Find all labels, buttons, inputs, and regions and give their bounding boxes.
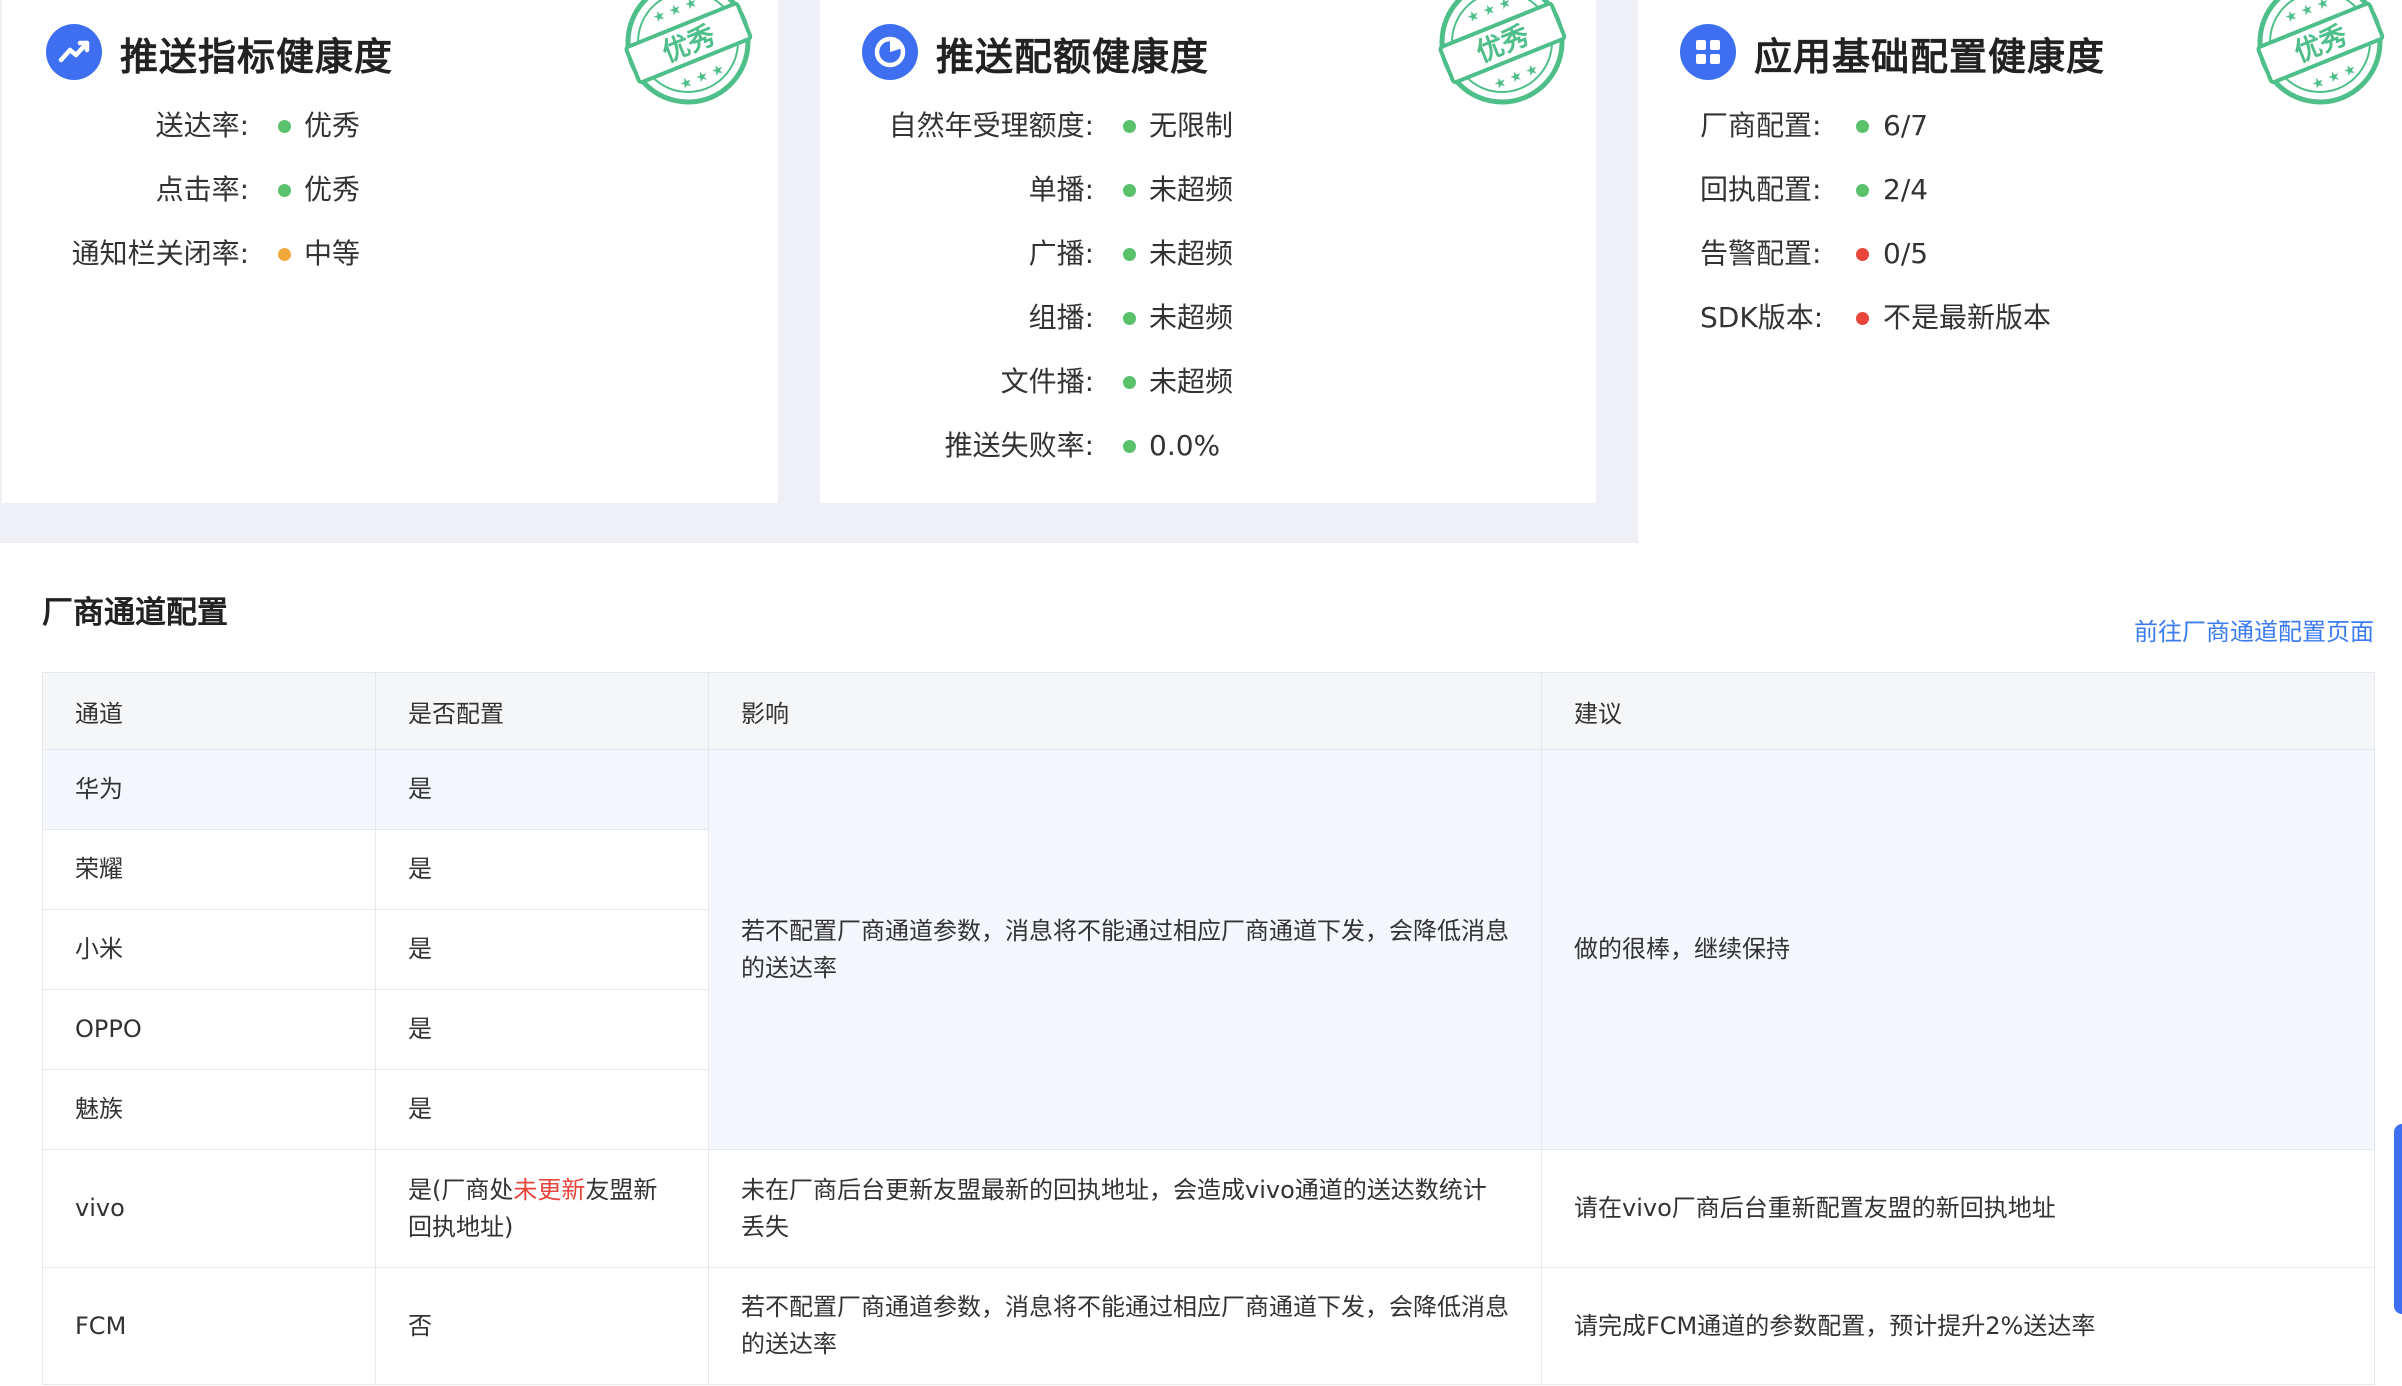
table-header-row: 通道 是否配置 影响 建议 — [42, 672, 2375, 750]
app-config-health-card: 应用基础配置健康度 优秀 ★ ★ ★ ★ ★ ★ 厂商配置: 6/7 回执配置:… — [1638, 0, 2402, 503]
configured-cell: 是 — [375, 749, 709, 830]
config-row-sdk-version: SDK版本: 不是最新版本 — [1700, 301, 2052, 334]
card-title: 应用基础配置健康度 — [1754, 35, 2106, 79]
quota-row-broadcast: 广播: 未超频 — [1028, 237, 1234, 270]
quota-row-groupcast: 组播: 未超频 — [1028, 301, 1234, 334]
push-quota-health-card: 推送配额健康度 优秀 ★ ★ ★ ★ ★ ★ 自然年受理额度: 无限制 单播: … — [820, 0, 1596, 503]
excellent-stamp-icon: 优秀 ★ ★ ★ ★ ★ ★ — [624, 0, 753, 105]
pie-chart-icon — [862, 24, 918, 80]
channel-cell: FCM — [42, 1267, 376, 1385]
channel-config-table: 通道 是否配置 影响 建议 华为 是 若不配置厂商通道参数，消息将不能通过相应厂… — [42, 672, 2375, 1385]
config-row-alert: 告警配置: 0/5 — [1700, 237, 1929, 270]
channel-cell: OPPO — [42, 989, 376, 1070]
advice-cell: 请在vivo厂商后台重新配置友盟的新回执地址 — [1541, 1149, 2375, 1268]
grid-apps-icon — [1680, 24, 1736, 80]
table-row: vivo 是(厂商处未更新友盟新回执地址) 未在厂商后台更新友盟最新的回执地址，… — [42, 1149, 2375, 1268]
excellent-stamp-icon: 优秀 ★ ★ ★ ★ ★ ★ — [1438, 0, 1567, 105]
configured-cell: 是 — [375, 909, 709, 990]
configured-cell: 否 — [375, 1267, 709, 1385]
configured-cell: 是 — [375, 829, 709, 910]
advice-cell: 请完成FCM通道的参数配置，预计提升2%送达率 — [1541, 1267, 2375, 1385]
push-metrics-health-card: 推送指标健康度 优秀 ★ ★ ★ ★ ★ ★ 送达率: 优秀 点击率: 优秀 通… — [2, 0, 778, 503]
quota-row-filecast: 文件播: 未超频 — [1000, 365, 1234, 398]
metric-row-click-rate: 点击率: 优秀 — [155, 173, 361, 206]
metric-row-notification-close-rate: 通知栏关闭率: 中等 — [71, 237, 361, 270]
side-scroll-handle[interactable] — [2394, 1124, 2402, 1314]
table-row: FCM 否 若不配置厂商通道参数，消息将不能通过相应厂商通道下发，会降低消息的送… — [42, 1267, 2375, 1385]
channel-cell: 魅族 — [42, 1069, 376, 1150]
channel-cell: 荣耀 — [42, 829, 376, 910]
column-header-channel: 通道 — [42, 672, 376, 750]
channel-cell: 小米 — [42, 909, 376, 990]
advice-cell: 做的很棒，继续保持 — [1541, 749, 2375, 1150]
column-header-configured: 是否配置 — [375, 672, 709, 750]
impact-cell: 若不配置厂商通道参数，消息将不能通过相应厂商通道下发，会降低消息的送达率 — [708, 1267, 1542, 1385]
config-row-receipt: 回执配置: 2/4 — [1700, 173, 1929, 206]
quota-row-unicast: 单播: 未超频 — [1028, 173, 1234, 206]
column-header-advice: 建议 — [1541, 672, 2375, 750]
channel-cell: 华为 — [42, 749, 376, 830]
quota-row-failure-rate: 推送失败率: 0.0% — [944, 429, 1221, 462]
impact-cell: 若不配置厂商通道参数，消息将不能通过相应厂商通道下发，会降低消息的送达率 — [708, 749, 1542, 1150]
metric-row-delivery-rate: 送达率: 优秀 — [155, 109, 361, 142]
card-title: 推送配额健康度 — [936, 35, 1210, 79]
trend-chart-icon — [46, 24, 102, 80]
quota-row-annual-quota: 自然年受理额度: 无限制 — [888, 109, 1234, 142]
excellent-stamp-icon: 优秀 ★ ★ ★ ★ ★ ★ — [2256, 0, 2385, 105]
channel-cell: vivo — [42, 1149, 376, 1268]
column-header-impact: 影响 — [708, 672, 1542, 750]
configured-cell: 是(厂商处未更新友盟新回执地址) — [375, 1149, 709, 1268]
go-to-channel-config-link[interactable]: 前往厂商通道配置页面 — [2134, 612, 2374, 647]
config-row-vendor: 厂商配置: 6/7 — [1700, 109, 1929, 142]
table-row: 华为 是 若不配置厂商通道参数，消息将不能通过相应厂商通道下发，会降低消息的送达… — [42, 749, 2375, 1150]
configured-cell: 是 — [375, 1069, 709, 1150]
not-updated-highlight: 未更新 — [513, 1175, 586, 1204]
channel-config-title: 厂商通道配置 — [42, 595, 228, 631]
configured-cell: 是 — [375, 989, 709, 1070]
impact-cell: 未在厂商后台更新友盟最新的回执地址，会造成vivo通道的送达数统计丢失 — [708, 1149, 1542, 1268]
card-title: 推送指标健康度 — [120, 35, 394, 79]
